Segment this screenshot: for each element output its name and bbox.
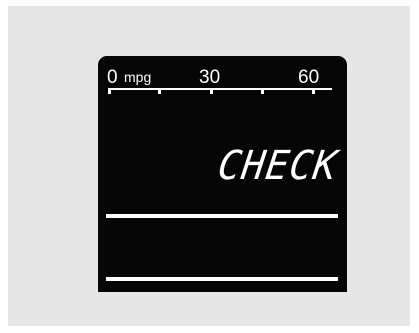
scale-label-min: 0 (107, 67, 118, 88)
scale-label-mid: 30 (199, 67, 221, 88)
scale-unit-label: mpg (124, 69, 152, 85)
display-bar-upper (106, 214, 338, 218)
display-bar-lower (106, 277, 338, 281)
scale-label-max: 60 (298, 67, 320, 88)
scale-tick (158, 88, 161, 94)
scale-tick (108, 88, 111, 94)
scale-tick (261, 88, 264, 94)
scale-tick (210, 88, 213, 94)
scale-tick (312, 88, 315, 94)
fuel-economy-scale-bar (108, 88, 332, 90)
check-message: CHECK (214, 143, 341, 189)
